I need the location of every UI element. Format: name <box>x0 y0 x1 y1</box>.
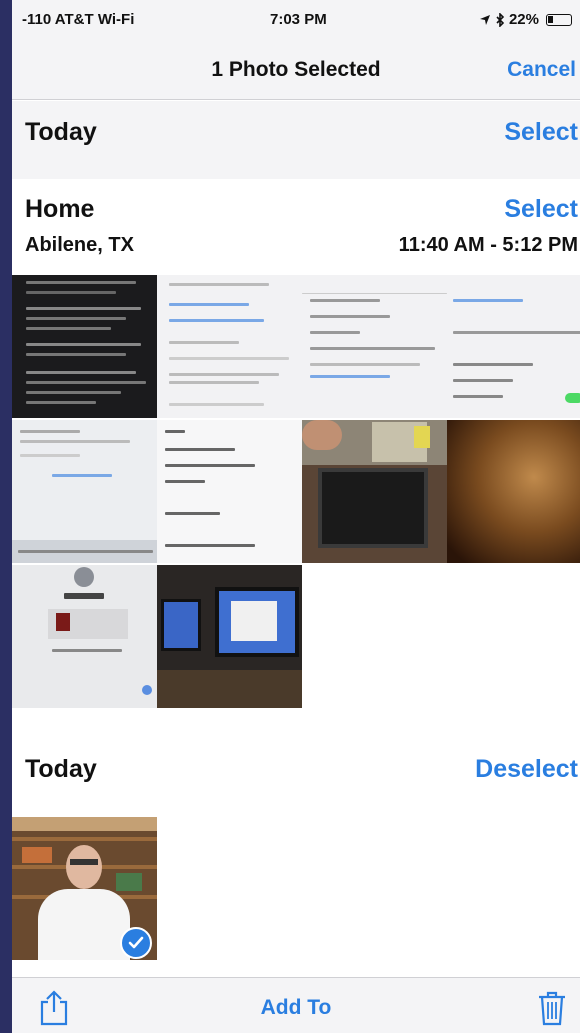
nav-bar: 1 Photo Selected Cancel <box>12 38 580 100</box>
photos-screen: -110 AT&T Wi-Fi 7:03 PM 22% 1 Photo Sele… <box>12 0 580 1033</box>
photo-thumbnail[interactable] <box>447 420 580 563</box>
location-label: Abilene, TX <box>25 234 134 256</box>
trash-icon[interactable] <box>536 990 568 1026</box>
photo-thumbnail[interactable] <box>12 275 157 418</box>
select-today-button[interactable]: Select <box>504 118 578 147</box>
deselect-button[interactable]: Deselect <box>475 755 578 784</box>
time-range-label: 11:40 AM - 5:12 PM <box>398 234 578 256</box>
photo-thumbnail[interactable] <box>302 275 447 418</box>
cancel-button[interactable]: Cancel <box>507 58 576 82</box>
clock: 7:03 PM <box>270 11 327 28</box>
photo-thumbnail[interactable] <box>12 565 157 708</box>
photo-thumbnail[interactable] <box>157 565 302 708</box>
section-today-top: Today Select <box>12 101 580 179</box>
location-arrow-icon <box>479 14 490 25</box>
section-title-today-bottom: Today <box>25 755 97 783</box>
battery-icon <box>546 13 572 26</box>
section-title-today: Today <box>25 118 97 146</box>
status-right: 22% <box>479 11 572 28</box>
section-home: Home Select Abilene, TX 11:40 AM - 5:12 … <box>12 179 580 275</box>
battery-percent: 22% <box>508 11 539 28</box>
page-title: 1 Photo Selected <box>211 58 381 81</box>
bluetooth-icon <box>496 12 505 27</box>
carrier-label: -110 AT&T Wi-Fi <box>22 11 135 28</box>
photo-thumbnail[interactable] <box>302 420 447 563</box>
photo-thumbnail[interactable] <box>12 420 157 563</box>
status-bar: -110 AT&T Wi-Fi 7:03 PM 22% <box>12 0 580 38</box>
section-title-home: Home <box>25 195 95 223</box>
photo-thumbnail[interactable] <box>157 420 302 563</box>
add-to-button[interactable]: Add To <box>12 996 580 1020</box>
select-home-button[interactable]: Select <box>504 195 578 224</box>
selected-photo-thumbnail[interactable] <box>12 817 157 960</box>
bottom-toolbar: Add To <box>12 977 580 1033</box>
section-today-bottom: Today Deselect <box>12 737 580 807</box>
photo-thumbnail[interactable] <box>157 275 302 418</box>
checkmark-icon <box>128 936 144 949</box>
photo-thumbnail[interactable] <box>447 275 580 418</box>
